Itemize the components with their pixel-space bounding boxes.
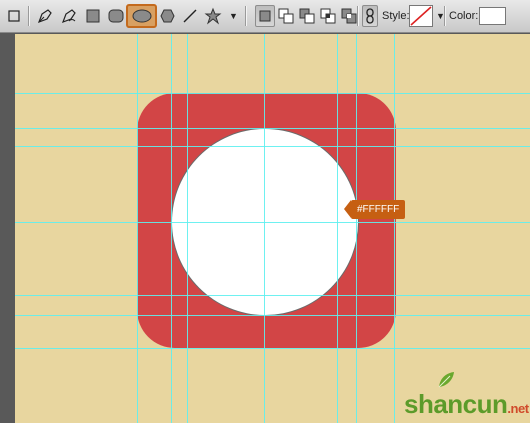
options-toolbar: ▼ Style: ▼ Color: bbox=[0, 0, 530, 33]
style-label: Style: bbox=[382, 10, 410, 22]
guide-horizontal[interactable] bbox=[15, 93, 530, 94]
custom-shape-tool-icon[interactable] bbox=[203, 5, 223, 27]
polygon-tool-icon[interactable] bbox=[158, 5, 176, 27]
watermark-suffix-text: .net bbox=[507, 401, 529, 416]
site-watermark: shancun.net bbox=[404, 389, 529, 420]
separator bbox=[444, 6, 445, 26]
separator bbox=[245, 6, 246, 26]
rounded-rectangle-tool-icon[interactable] bbox=[107, 5, 125, 27]
link-chain-icon[interactable] bbox=[362, 5, 378, 27]
watermark-main-text: shancun bbox=[404, 389, 508, 419]
no-style-icon bbox=[410, 6, 432, 26]
guide-horizontal[interactable] bbox=[15, 146, 530, 147]
marquee-square-icon[interactable] bbox=[6, 5, 22, 27]
ellipse-tool-icon[interactable] bbox=[126, 4, 157, 28]
guide-horizontal[interactable] bbox=[15, 128, 530, 129]
color-hex-callout: #FFFFFF bbox=[343, 200, 406, 219]
custom-shape-dropdown-arrow-icon[interactable]: ▼ bbox=[229, 11, 238, 21]
guide-horizontal[interactable] bbox=[15, 315, 530, 316]
guide-horizontal[interactable] bbox=[15, 348, 530, 349]
separator bbox=[28, 6, 29, 26]
leaf-logo-icon bbox=[438, 372, 454, 388]
style-picker[interactable] bbox=[409, 5, 433, 27]
intersect-shape-areas-icon[interactable] bbox=[318, 5, 338, 27]
pen-icon[interactable] bbox=[34, 5, 56, 27]
guide-horizontal[interactable] bbox=[15, 222, 530, 223]
color-label: Color: bbox=[449, 10, 479, 22]
color-swatch[interactable] bbox=[479, 7, 506, 25]
rectangle-tool-icon[interactable] bbox=[84, 5, 102, 27]
subtract-from-shape-area-icon[interactable] bbox=[297, 5, 317, 27]
document-canvas[interactable]: #FFFFFF bbox=[15, 34, 530, 423]
exclude-overlapping-areas-icon[interactable] bbox=[339, 5, 359, 27]
freeform-pen-icon[interactable] bbox=[58, 5, 80, 27]
separator bbox=[357, 6, 358, 26]
create-new-shape-layer-icon[interactable] bbox=[255, 5, 275, 27]
add-to-shape-area-icon[interactable] bbox=[276, 5, 296, 27]
line-tool-icon[interactable] bbox=[181, 5, 199, 27]
guide-horizontal[interactable] bbox=[15, 295, 530, 296]
